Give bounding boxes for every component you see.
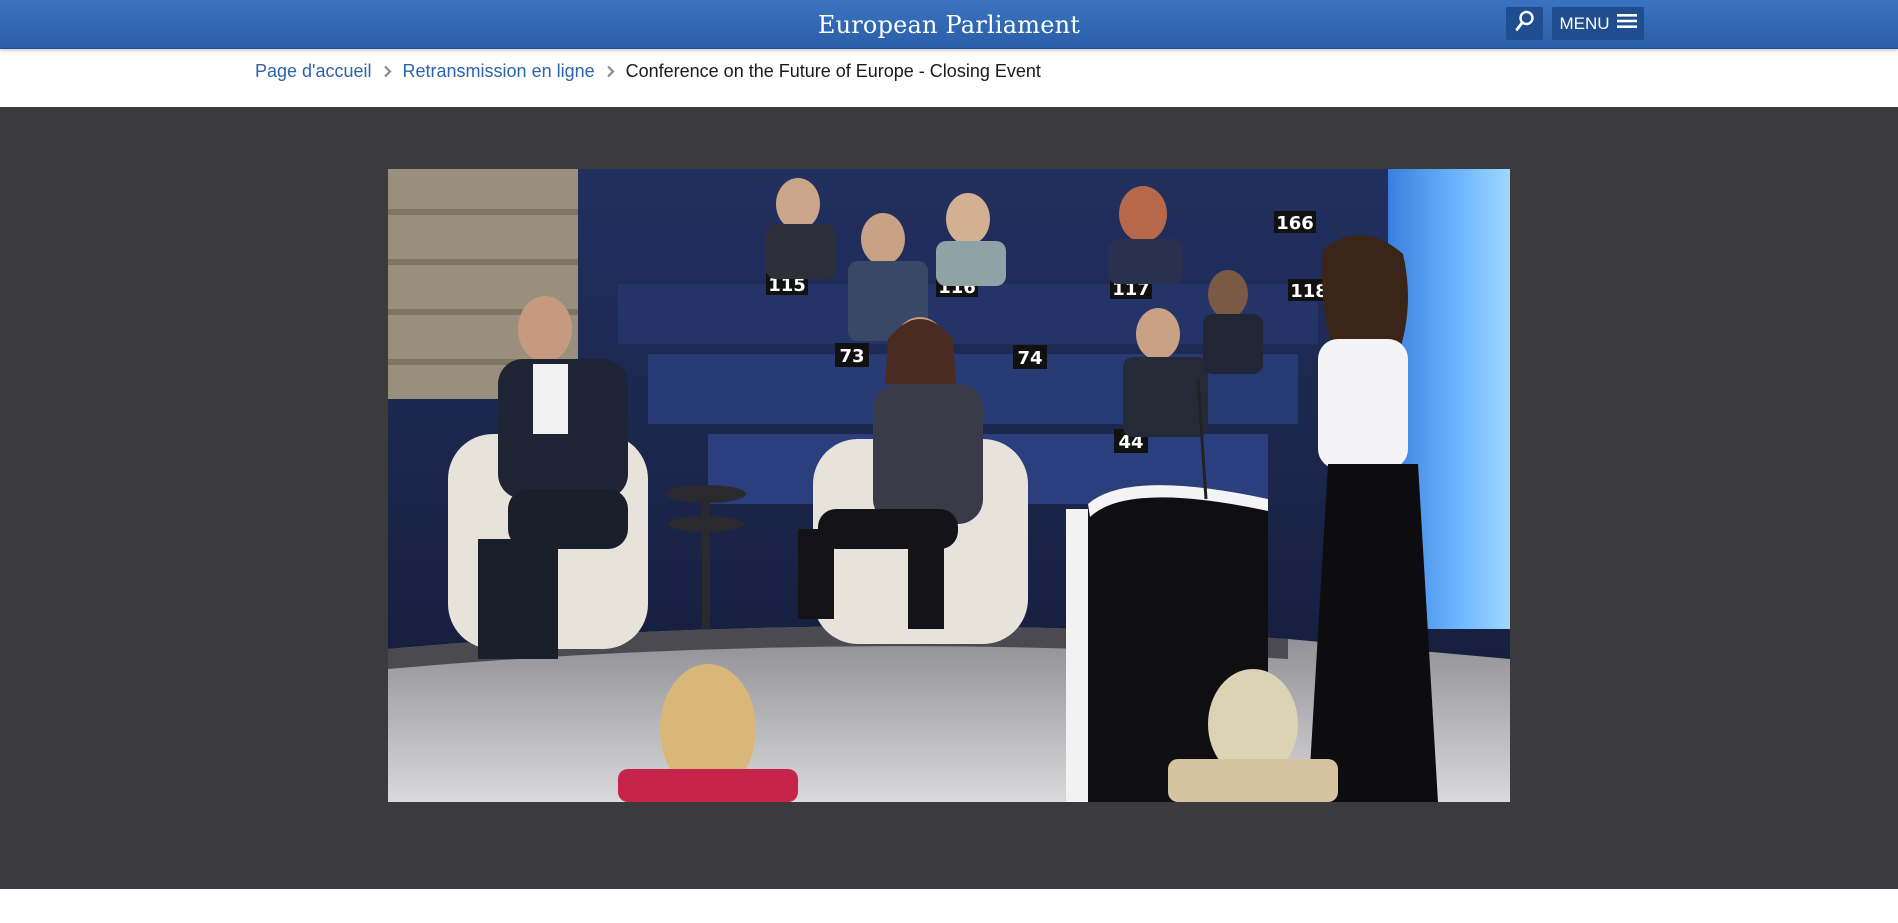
search-button[interactable]: [1506, 7, 1543, 40]
search-icon: [1515, 10, 1535, 37]
hamburger-icon: [1616, 13, 1637, 34]
video-stage: 166 115 116 117 118 73 74 44: [0, 107, 1898, 889]
breadcrumb-home-link[interactable]: Page d'accueil: [255, 61, 372, 82]
breadcrumb-current: Conference on the Future of Europe - Clo…: [625, 60, 1041, 81]
svg-text:73: 73: [839, 346, 864, 367]
video-frame: 166 115 116 117 118 73 74 44: [388, 169, 1510, 802]
svg-text:166: 166: [1276, 213, 1314, 234]
page-bottom-area: [0, 889, 1898, 923]
chevron-right-icon: [383, 65, 392, 78]
video-player[interactable]: 166 115 116 117 118 73 74 44: [388, 169, 1510, 802]
site-header: European Parliament MENU: [0, 0, 1898, 49]
chevron-right-icon: [606, 65, 615, 78]
svg-text:74: 74: [1017, 348, 1042, 369]
menu-label: MENU: [1559, 13, 1610, 33]
menu-button[interactable]: MENU: [1552, 7, 1644, 40]
breadcrumb: Page d'accueil Retransmission en ligne C…: [255, 57, 1041, 85]
breadcrumb-live-link[interactable]: Retransmission en ligne: [403, 61, 595, 82]
svg-text:118: 118: [1290, 281, 1328, 302]
